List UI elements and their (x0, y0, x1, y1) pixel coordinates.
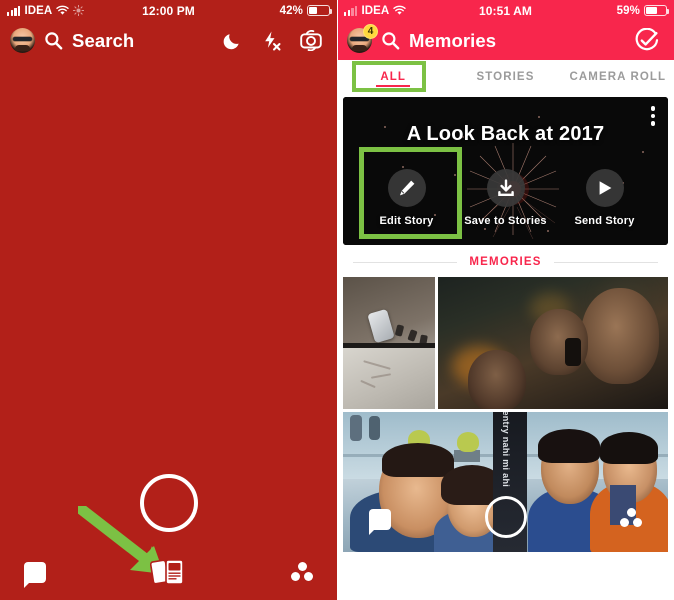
memory-thumbnail-night-selfie[interactable] (438, 277, 668, 409)
sun-brightness-icon (73, 5, 85, 16)
tab-stories-label: STORIES (476, 71, 535, 83)
memory-thumbnail-aerial-street[interactable] (343, 277, 435, 409)
notification-badge: 4 (363, 24, 378, 39)
memories-row-2: Kahi entry nahi mi ahi (337, 412, 674, 555)
send-icon-circle (585, 169, 624, 207)
wifi-icon (393, 5, 407, 15)
discover-icon (620, 508, 642, 528)
card-title: A Look Back at 2017 (406, 123, 605, 145)
send-story-button[interactable]: Send Story (562, 169, 648, 227)
left-bottom-bar (0, 544, 337, 600)
save-to-stories-label: Save to Stories (464, 215, 547, 227)
download-icon (497, 179, 514, 196)
memories-section-header: MEMORIES (337, 245, 674, 277)
right-header: 4 Memories (337, 21, 674, 60)
tab-all-label: ALL (380, 71, 406, 83)
memories-section-label: MEMORIES (469, 256, 542, 268)
left-status-right: 42% (279, 4, 333, 17)
panel-divider (336, 0, 338, 600)
memories-row-1 (337, 277, 674, 412)
wifi-icon (56, 5, 70, 15)
pencil-icon (399, 180, 414, 196)
left-status-left: IDEA (7, 4, 85, 17)
carrier-name: IDEA (24, 4, 53, 17)
right-status-left: IDEA (344, 4, 407, 17)
battery-icon (644, 5, 670, 16)
divider-right (553, 261, 658, 263)
battery-icon (307, 5, 333, 16)
tab-camera-roll-label: CAMERA ROLL (569, 71, 667, 83)
memories-tab-bar: ALL STORIES CAMERA ROLL (337, 60, 674, 94)
avatar[interactable] (10, 28, 35, 53)
card-actions: Edit Story Save to Stories Send Story (343, 169, 668, 227)
search-icon[interactable] (44, 31, 63, 50)
shutter-button[interactable] (484, 496, 527, 538)
pencil-icon-circle (387, 169, 426, 207)
search-icon[interactable] (381, 31, 400, 50)
divider-left (353, 261, 458, 263)
edit-story-label: Edit Story (379, 215, 434, 227)
battery-percent: 42% (279, 4, 303, 17)
right-panel-memories-screen: IDEA 10:51 AM 59% 4 Memories ALL STORIES… (337, 0, 674, 600)
memories-cards-icon[interactable] (149, 557, 189, 587)
left-status-bar: IDEA 12:00 PM 42% (0, 0, 337, 21)
tab-camera-roll[interactable]: CAMERA ROLL (562, 60, 674, 94)
overlay-bottom-bar (343, 496, 668, 552)
left-header: Search (0, 21, 337, 60)
overlay-discover-wrap[interactable] (620, 508, 642, 528)
chat-icon[interactable] (24, 561, 46, 588)
left-header-icons (222, 30, 327, 52)
tab-stories[interactable]: STORIES (449, 60, 561, 94)
save-to-stories-button[interactable]: Save to Stories (463, 169, 549, 227)
send-arrow-icon (599, 181, 611, 195)
left-panel-camera-screen: IDEA 12:00 PM 42% Search (0, 0, 337, 600)
page-title: Memories (409, 29, 497, 51)
send-story-label: Send Story (574, 215, 635, 227)
download-icon-circle (486, 169, 525, 207)
right-header-icons (634, 27, 664, 54)
signal-bars-icon (7, 5, 21, 16)
avatar[interactable]: 4 (347, 24, 378, 53)
battery-percent: 59% (616, 4, 640, 17)
memory-thumbnail-group-of-four[interactable]: Kahi entry nahi mi ahi (343, 412, 668, 552)
edit-story-button[interactable]: Edit Story (364, 169, 450, 227)
look-back-card[interactable]: A Look Back at 2017 Edit Story Save to S… (343, 97, 668, 245)
dual-screenshot-comparison: IDEA 12:00 PM 42% Search IDEA 10:51 AM 5… (0, 0, 674, 600)
right-status-right: 59% (616, 4, 670, 17)
overlay-chat-icon-wrap[interactable] (369, 509, 391, 535)
flash-off-icon[interactable] (260, 30, 282, 52)
moon-icon[interactable] (222, 30, 243, 51)
discover-icon[interactable] (291, 562, 313, 582)
camera-flip-icon[interactable] (299, 30, 323, 51)
page-title: Search (72, 29, 135, 51)
check-circle-icon[interactable] (634, 27, 660, 54)
chat-icon (369, 509, 391, 535)
tab-all[interactable]: ALL (337, 60, 449, 94)
memory-caption: Kahi entry nahi mi ahi (500, 412, 511, 487)
bitmoji-avatar-image (10, 28, 35, 53)
right-status-bar: IDEA 10:51 AM 59% (337, 0, 674, 21)
signal-bars-icon (344, 5, 358, 16)
carrier-name: IDEA (361, 4, 390, 17)
